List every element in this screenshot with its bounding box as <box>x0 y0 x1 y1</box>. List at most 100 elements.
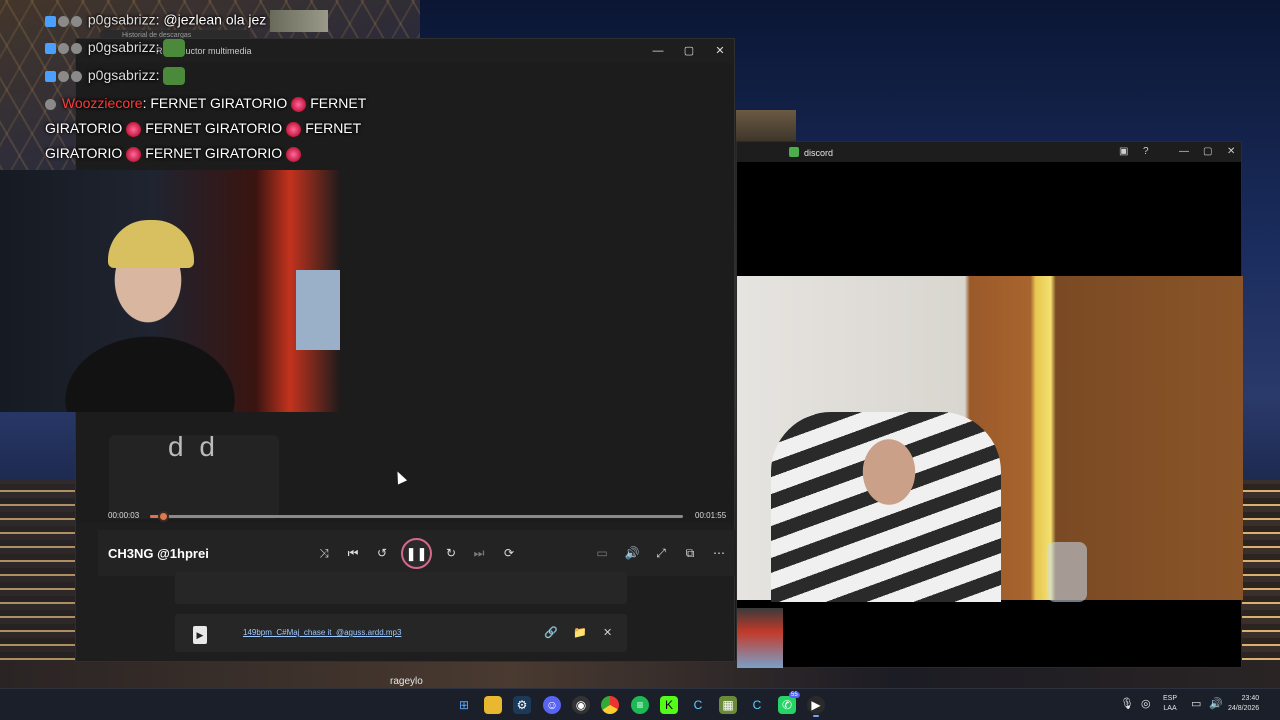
next-icon[interactable]: ⏭ <box>470 544 488 562</box>
clock-time: 23:40 <box>1241 695 1260 702</box>
badge-icon <box>45 42 56 54</box>
steam-icon[interactable]: ⚙ <box>513 696 531 714</box>
language-code: ESP <box>1163 695 1178 702</box>
file-explorer-icon[interactable] <box>484 696 502 714</box>
chat-message: p0gsabrizz: @jezlean ola jez <box>45 10 329 32</box>
discord-username: rageylo <box>390 676 423 687</box>
whatsapp-badge: 55 <box>789 692 800 698</box>
chat-username: p0gsabrizz <box>87 39 156 55</box>
total-time: 00:01:55 <box>695 511 727 520</box>
chat-text: GIRATORIO <box>45 120 123 136</box>
pepe-emote-icon <box>163 39 186 58</box>
badge-icon <box>58 42 69 54</box>
minimize-button[interactable]: — <box>648 43 668 59</box>
network-icon[interactable]: ◎ <box>1141 697 1151 710</box>
chrome-icon[interactable] <box>601 696 619 714</box>
wallpaper-building <box>736 110 796 144</box>
fernet-emote-icon <box>126 121 142 137</box>
chat-text: : <box>155 67 160 83</box>
close-button[interactable]: ✕ <box>710 43 730 59</box>
chat-message: p0gsabrizz: <box>45 67 186 86</box>
seek-bar[interactable] <box>150 511 683 522</box>
chat-text: FERNET <box>310 95 367 111</box>
elapsed-time: 00:00:03 <box>108 511 140 520</box>
track-title: CH3NG @1hprei <box>108 546 209 561</box>
discord-titlebar[interactable]: discord ▣ ? — ▢ ✕ <box>737 142 1241 162</box>
pause-button[interactable]: ❚❚ <box>401 538 432 569</box>
repeat-icon[interactable]: ⟳ <box>500 544 518 562</box>
streamer-webcam <box>0 170 341 412</box>
keyboard-layout: LAA <box>1163 705 1177 712</box>
previous-icon[interactable]: ⏮ <box>344 544 362 562</box>
clock[interactable]: 23:40 24/8/2026 <box>1228 694 1259 714</box>
discord-maximize-button[interactable]: ▢ <box>1203 146 1212 157</box>
display-icon[interactable]: ▭ <box>1191 697 1201 710</box>
start-icon[interactable]: ⊞ <box>455 696 473 714</box>
badge-icon <box>71 42 82 54</box>
ccleaner2-icon[interactable]: C <box>748 696 766 714</box>
inbox-icon[interactable]: ▣ <box>1119 146 1128 157</box>
fernet-emote-icon <box>126 146 142 162</box>
chat-message: Woozziecore: FERNET GIRATORIO FERNET <box>45 95 366 112</box>
discord-close-button[interactable]: ✕ <box>1227 146 1235 157</box>
kick-icon[interactable]: K <box>660 696 678 714</box>
chat-username: p0gsabrizz <box>87 67 156 83</box>
video-water-bottle <box>1047 542 1087 602</box>
discord-minimize-button[interactable]: — <box>1179 146 1189 157</box>
wallpaper-city-left <box>0 480 80 680</box>
forward-icon[interactable]: ↻ <box>442 544 460 562</box>
discord-title: discord <box>804 148 834 158</box>
whatsapp-icon[interactable]: ✆ <box>778 696 796 714</box>
album-overlay-text: d d <box>168 431 219 462</box>
media-player-icon[interactable]: ▶ <box>807 696 825 714</box>
maximize-button[interactable]: ▢ <box>679 43 699 59</box>
pepe-emote-icon <box>163 67 186 86</box>
rewind-icon[interactable]: ↺ <box>373 544 391 562</box>
discord-icon[interactable]: ☺ <box>543 696 561 714</box>
file-name-link[interactable]: 149bpm_C#Maj_chase it_@aguss.ardd.mp3 <box>243 628 401 637</box>
badge-icon <box>45 70 56 82</box>
chat-message: GIRATORIO FERNET GIRATORIO FERNET <box>45 120 361 137</box>
minecraft-icon[interactable]: ▦ <box>719 696 737 714</box>
spotify-icon[interactable]: ≡ <box>631 696 649 714</box>
folder-icon[interactable]: 📁 <box>573 626 587 639</box>
microphone-icon[interactable]: 🎙 <box>1120 697 1134 710</box>
badge-icon <box>71 15 82 27</box>
stream-thumbnail[interactable] <box>737 608 783 668</box>
discord-logo-icon <box>789 147 799 157</box>
fernet-emote-icon <box>286 146 302 162</box>
chat-text: : <box>155 39 160 55</box>
video-person <box>771 412 1001 602</box>
chat-username: Woozziecore <box>61 95 143 111</box>
badge-icon <box>58 70 69 82</box>
cast-icon[interactable]: ⧉ <box>681 544 699 562</box>
miniplayer-icon[interactable]: ▭ <box>593 544 611 562</box>
ccleaner-icon[interactable]: C <box>689 696 707 714</box>
chat-text: FERNET GIRATORIO <box>145 120 283 136</box>
remove-icon[interactable]: ✕ <box>603 626 612 639</box>
speaker-icon[interactable]: 🔊 <box>1209 697 1223 710</box>
sticker-emote-icon <box>270 10 329 32</box>
volume-icon[interactable]: 🔊 <box>623 544 641 562</box>
obs-icon[interactable]: ◉ <box>572 696 590 714</box>
chat-text: FERNET <box>305 120 362 136</box>
chat-username: p0gsabrizz <box>87 11 156 28</box>
chat-text: : @jezlean ola jez <box>155 11 267 28</box>
active-app-indicator <box>813 715 819 717</box>
file-icon: ▶ <box>193 626 207 644</box>
fernet-emote-icon <box>291 96 307 112</box>
seek-bar-thumb[interactable] <box>157 511 169 522</box>
shuffle-icon[interactable]: ⤨ <box>315 544 333 562</box>
chat-message: p0gsabrizz: <box>45 39 186 58</box>
fullscreen-icon[interactable]: ⤢ <box>652 544 670 562</box>
chat-text: FERNET GIRATORIO <box>145 145 283 161</box>
link-icon[interactable]: 🔗 <box>544 626 558 639</box>
chat-text: GIRATORIO <box>45 145 123 161</box>
list-item[interactable] <box>175 572 627 604</box>
language-indicator[interactable]: ESP LAA <box>1163 694 1177 714</box>
badge-icon <box>71 70 82 82</box>
fernet-emote-icon <box>286 121 302 137</box>
more-options-icon[interactable]: ⋯ <box>710 544 728 562</box>
help-icon[interactable]: ? <box>1143 146 1149 157</box>
webcam-monitor <box>296 270 340 350</box>
